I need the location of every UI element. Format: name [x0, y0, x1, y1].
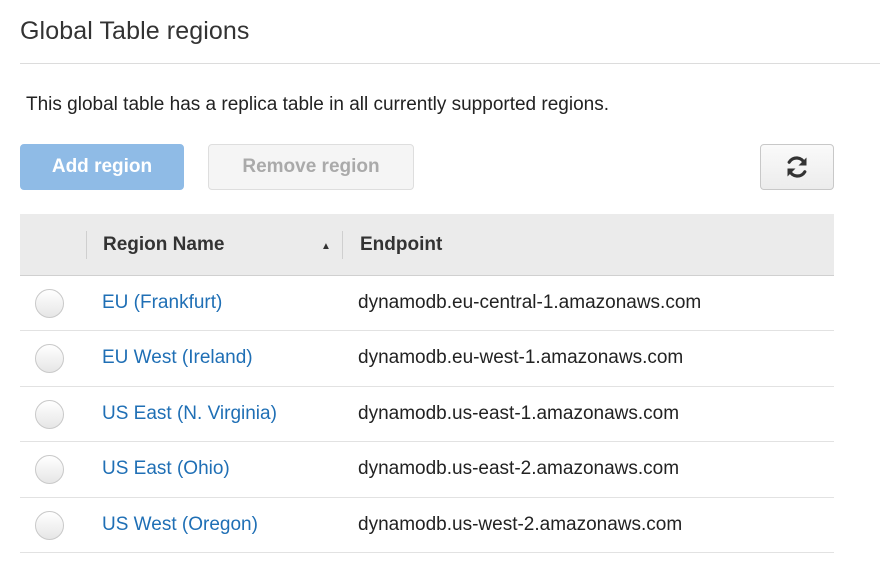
section-description: This global table has a replica table in…: [26, 94, 609, 115]
row-select-radio[interactable]: [35, 399, 64, 429]
add-region-button[interactable]: Add region: [20, 144, 184, 190]
remove-region-button[interactable]: Remove region: [208, 144, 414, 190]
row-select-radio[interactable]: [35, 455, 64, 485]
table-header: Region Name ▲ Endpoint: [20, 214, 834, 276]
region-name-link[interactable]: US West (Oregon): [102, 514, 258, 536]
region-name-link[interactable]: US East (N. Virginia): [102, 403, 277, 425]
endpoint-text: dynamodb.eu-west-1.amazonaws.com: [358, 347, 684, 369]
header-separator: [342, 231, 343, 259]
table-row[interactable]: US East (Ohio) dynamodb.us-east-2.amazona…: [20, 442, 834, 498]
table-row[interactable]: US East (N. Virginia) dynamodb.us-east-1.…: [20, 387, 834, 443]
region-name-link[interactable]: US East (Ohio): [102, 458, 230, 480]
title-divider: [20, 63, 880, 64]
table-row[interactable]: US West (Oregon) dynamodb.us-west-2.amazo…: [20, 498, 834, 553]
section-title: Global Table regions: [20, 17, 250, 45]
endpoint-text: dynamodb.eu-central-1.amazonaws.com: [358, 292, 702, 313]
table-row[interactable]: EU West (Ireland) dynamodb.eu-west-1.amaz…: [20, 331, 834, 387]
sort-ascending-icon[interactable]: ▲: [321, 241, 331, 252]
endpoint-text: dynamodb.us-west-2.amazonaws.com: [358, 513, 683, 535]
regions-table: Region Name ▲ Endpoint EU (Frankfurt) dyn…: [20, 214, 834, 553]
table-body: EU (Frankfurt) dynamodb.eu-central-1.amaz…: [20, 276, 834, 553]
column-header-endpoint: Endpoint: [360, 234, 443, 255]
row-select-radio[interactable]: [35, 510, 64, 540]
refresh-icon: [787, 156, 807, 178]
header-separator: [86, 231, 87, 259]
row-select-radio[interactable]: [35, 344, 64, 374]
table-row[interactable]: EU (Frankfurt) dynamodb.eu-central-1.amaz…: [20, 276, 834, 332]
endpoint-text: dynamodb.us-east-2.amazonaws.com: [358, 458, 680, 480]
refresh-button[interactable]: [760, 144, 834, 190]
column-header-region-name[interactable]: Region Name: [103, 214, 224, 276]
region-name-link[interactable]: EU West (Ireland): [102, 347, 253, 369]
region-name-link[interactable]: EU (Frankfurt): [102, 292, 222, 314]
global-table-regions-panel: Global Table regions This global table h…: [0, 0, 880, 587]
row-select-radio[interactable]: [35, 289, 64, 318]
endpoint-text: dynamodb.us-east-1.amazonaws.com: [358, 402, 680, 424]
